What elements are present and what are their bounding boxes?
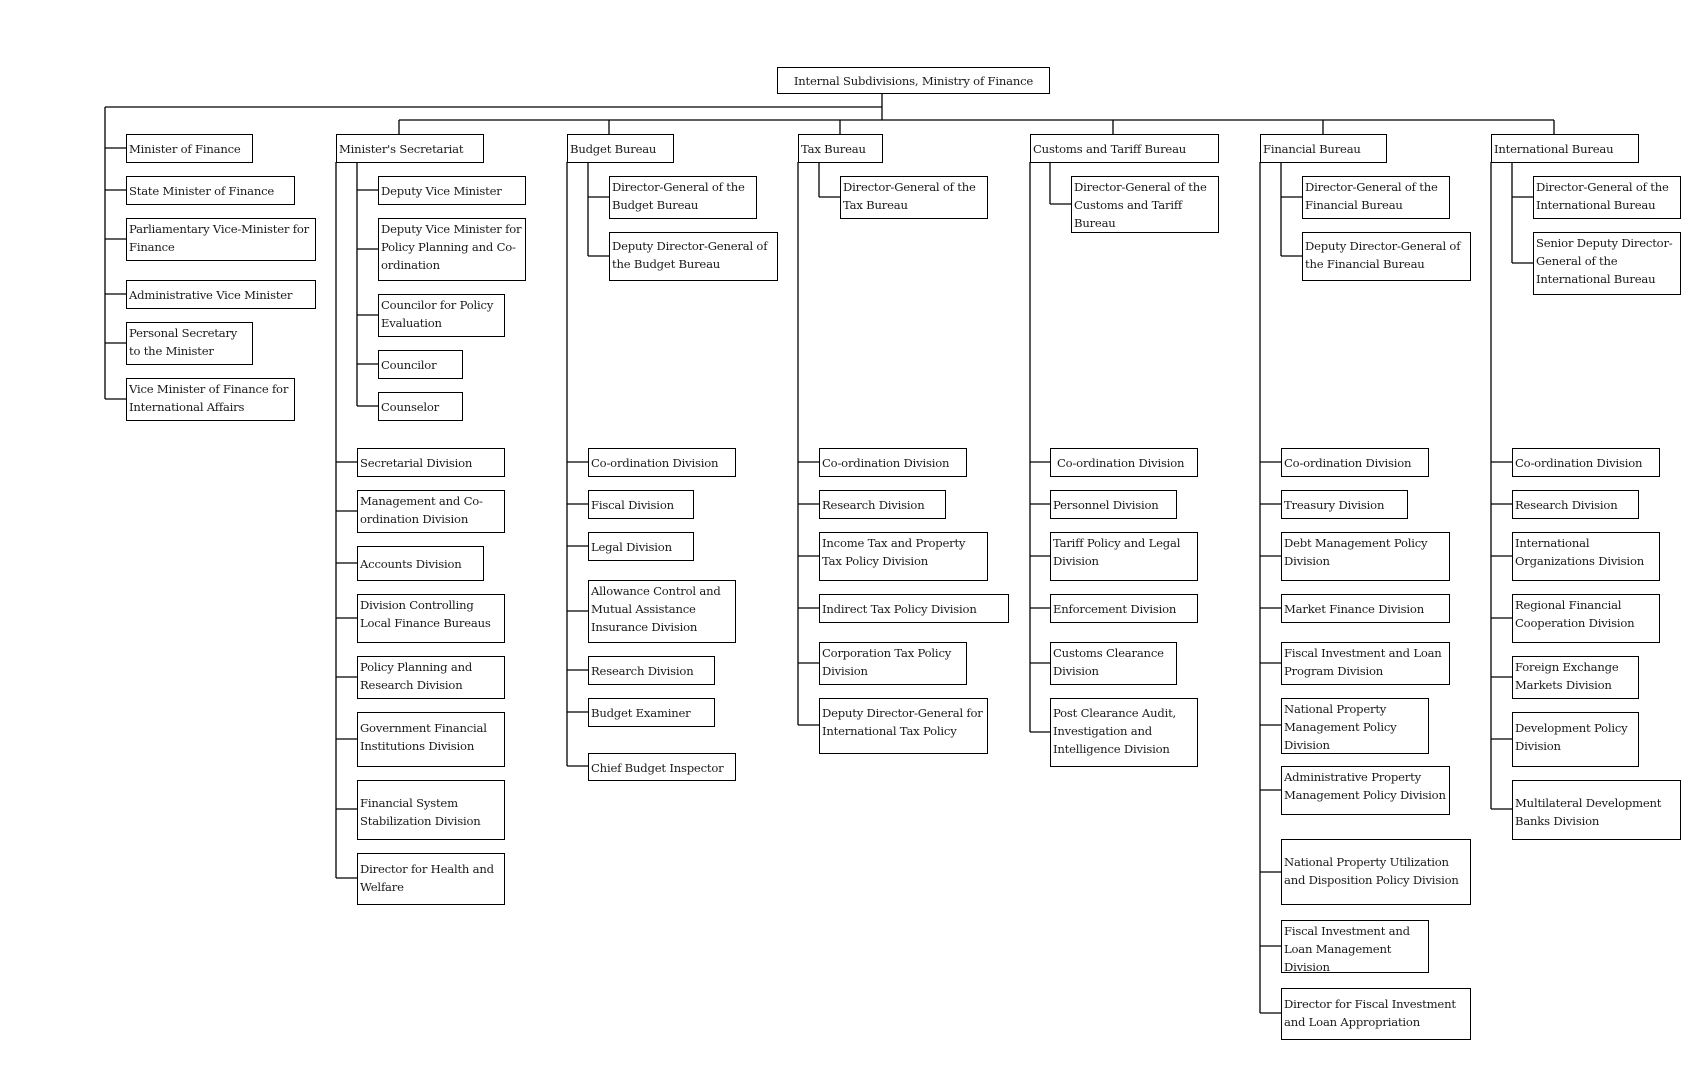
financial-division[interactable]: Administrative Property Management Polic… [1281, 766, 1450, 815]
international-division[interactable]: Co-ordination Division [1512, 448, 1660, 477]
tax-division[interactable]: Co-ordination Division [819, 448, 967, 477]
financial-division[interactable]: Fiscal Investment and Loan Management Di… [1281, 920, 1429, 973]
bureau-customs-tariff[interactable]: Customs and Tariff Bureau [1030, 134, 1219, 163]
customs-division[interactable]: Customs Clearance Division [1050, 642, 1177, 685]
international-official[interactable]: Director-General of the International Bu… [1533, 176, 1681, 219]
financial-official[interactable]: Deputy Director-General of the Financial… [1302, 232, 1471, 281]
bureau-budget[interactable]: Budget Bureau [567, 134, 674, 163]
financial-division[interactable]: National Property Utilization and Dispos… [1281, 839, 1471, 905]
bureau-international[interactable]: International Bureau [1491, 134, 1639, 163]
tax-division[interactable]: Corporation Tax Policy Division [819, 642, 967, 685]
secretariat-official[interactable]: Councilor for Policy Evaluation [378, 294, 505, 337]
customs-official[interactable]: Director-General of the Customs and Tari… [1071, 176, 1219, 233]
financial-division[interactable]: Director for Fiscal Investment and Loan … [1281, 988, 1471, 1040]
secretariat-official[interactable]: Counselor [378, 392, 463, 421]
tax-division[interactable]: Income Tax and Property Tax Policy Divis… [819, 532, 988, 581]
financial-division[interactable]: Fiscal Investment and Loan Program Divis… [1281, 642, 1450, 685]
financial-division[interactable]: National Property Management Policy Divi… [1281, 698, 1429, 754]
secretariat-official[interactable]: Councilor [378, 350, 463, 379]
budget-division[interactable]: Chief Budget Inspector [588, 753, 736, 781]
budget-division[interactable]: Budget Examiner [588, 698, 715, 727]
customs-division[interactable]: Enforcement Division [1050, 594, 1198, 623]
customs-division[interactable]: Tariff Policy and Legal Division [1050, 532, 1198, 581]
budget-official[interactable]: Director-General of the Budget Bureau [609, 176, 757, 219]
international-division[interactable]: Regional Financial Cooperation Division [1512, 594, 1660, 643]
international-division[interactable]: International Organizations Division [1512, 532, 1660, 581]
secretariat-division[interactable]: Secretarial Division [357, 448, 505, 477]
secretariat-official[interactable]: Deputy Vice Minister for Policy Planning… [378, 218, 526, 281]
org-root[interactable]: Internal Subdivisions, Ministry of Finan… [777, 67, 1050, 94]
budget-division[interactable]: Allowance Control and Mutual Assistance … [588, 580, 736, 643]
secretariat-division[interactable]: Government Financial Institutions Divisi… [357, 712, 505, 767]
international-official[interactable]: Senior Deputy Director-General of the In… [1533, 232, 1681, 295]
customs-division[interactable]: Co-ordination Division [1050, 448, 1198, 477]
parliamentary-vice-minister[interactable]: Parliamentary Vice-Minister for Finance [126, 218, 316, 261]
administrative-vice-minister[interactable]: Administrative Vice Minister [126, 280, 316, 309]
secretariat-division[interactable]: Financial System Stabilization Division [357, 780, 505, 840]
tax-official[interactable]: Director-General of the Tax Bureau [840, 176, 988, 219]
secretariat-division[interactable]: Accounts Division [357, 546, 484, 581]
secretariat-division[interactable]: Division Controlling Local Finance Burea… [357, 594, 505, 643]
customs-division[interactable]: Personnel Division [1050, 490, 1177, 519]
tax-division[interactable]: Deputy Director-General for Internationa… [819, 698, 988, 754]
tax-division[interactable]: Research Division [819, 490, 946, 519]
budget-division[interactable]: Fiscal Division [588, 490, 694, 519]
secretariat-division[interactable]: Management and Co-ordination Division [357, 490, 505, 533]
financial-division[interactable]: Debt Management Policy Division [1281, 532, 1450, 581]
personal-secretary[interactable]: Personal Secretary to the Minister [126, 322, 253, 365]
financial-official[interactable]: Director-General of the Financial Bureau [1302, 176, 1450, 219]
tax-division[interactable]: Indirect Tax Policy Division [819, 594, 1009, 623]
customs-division[interactable]: Post Clearance Audit, Investigation and … [1050, 698, 1198, 767]
bureau-tax[interactable]: Tax Bureau [798, 134, 883, 163]
bureau-ministers-secretariat[interactable]: Minister's Secretariat [336, 134, 484, 163]
secretariat-division[interactable]: Policy Planning and Research Division [357, 656, 505, 699]
budget-official[interactable]: Deputy Director-General of the Budget Bu… [609, 232, 778, 281]
international-division[interactable]: Development Policy Division [1512, 712, 1639, 767]
budget-division[interactable]: Research Division [588, 656, 715, 685]
budget-division[interactable]: Co-ordination Division [588, 448, 736, 477]
financial-division[interactable]: Treasury Division [1281, 490, 1408, 519]
secretariat-official[interactable]: Deputy Vice Minister [378, 176, 526, 205]
financial-division[interactable]: Co-ordination Division [1281, 448, 1429, 477]
financial-division[interactable]: Market Finance Division [1281, 594, 1450, 623]
secretariat-division[interactable]: Director for Health and Welfare [357, 853, 505, 905]
vice-minister-international-affairs[interactable]: Vice Minister of Finance for Internation… [126, 378, 295, 421]
bureau-financial[interactable]: Financial Bureau [1260, 134, 1387, 163]
minister-of-finance[interactable]: Minister of Finance [126, 134, 253, 163]
state-minister-of-finance[interactable]: State Minister of Finance [126, 176, 295, 205]
international-division[interactable]: Research Division [1512, 490, 1639, 519]
international-division[interactable]: Foreign Exchange Markets Division [1512, 656, 1639, 699]
budget-division[interactable]: Legal Division [588, 532, 694, 561]
international-division[interactable]: Multilateral Development Banks Division [1512, 780, 1681, 840]
